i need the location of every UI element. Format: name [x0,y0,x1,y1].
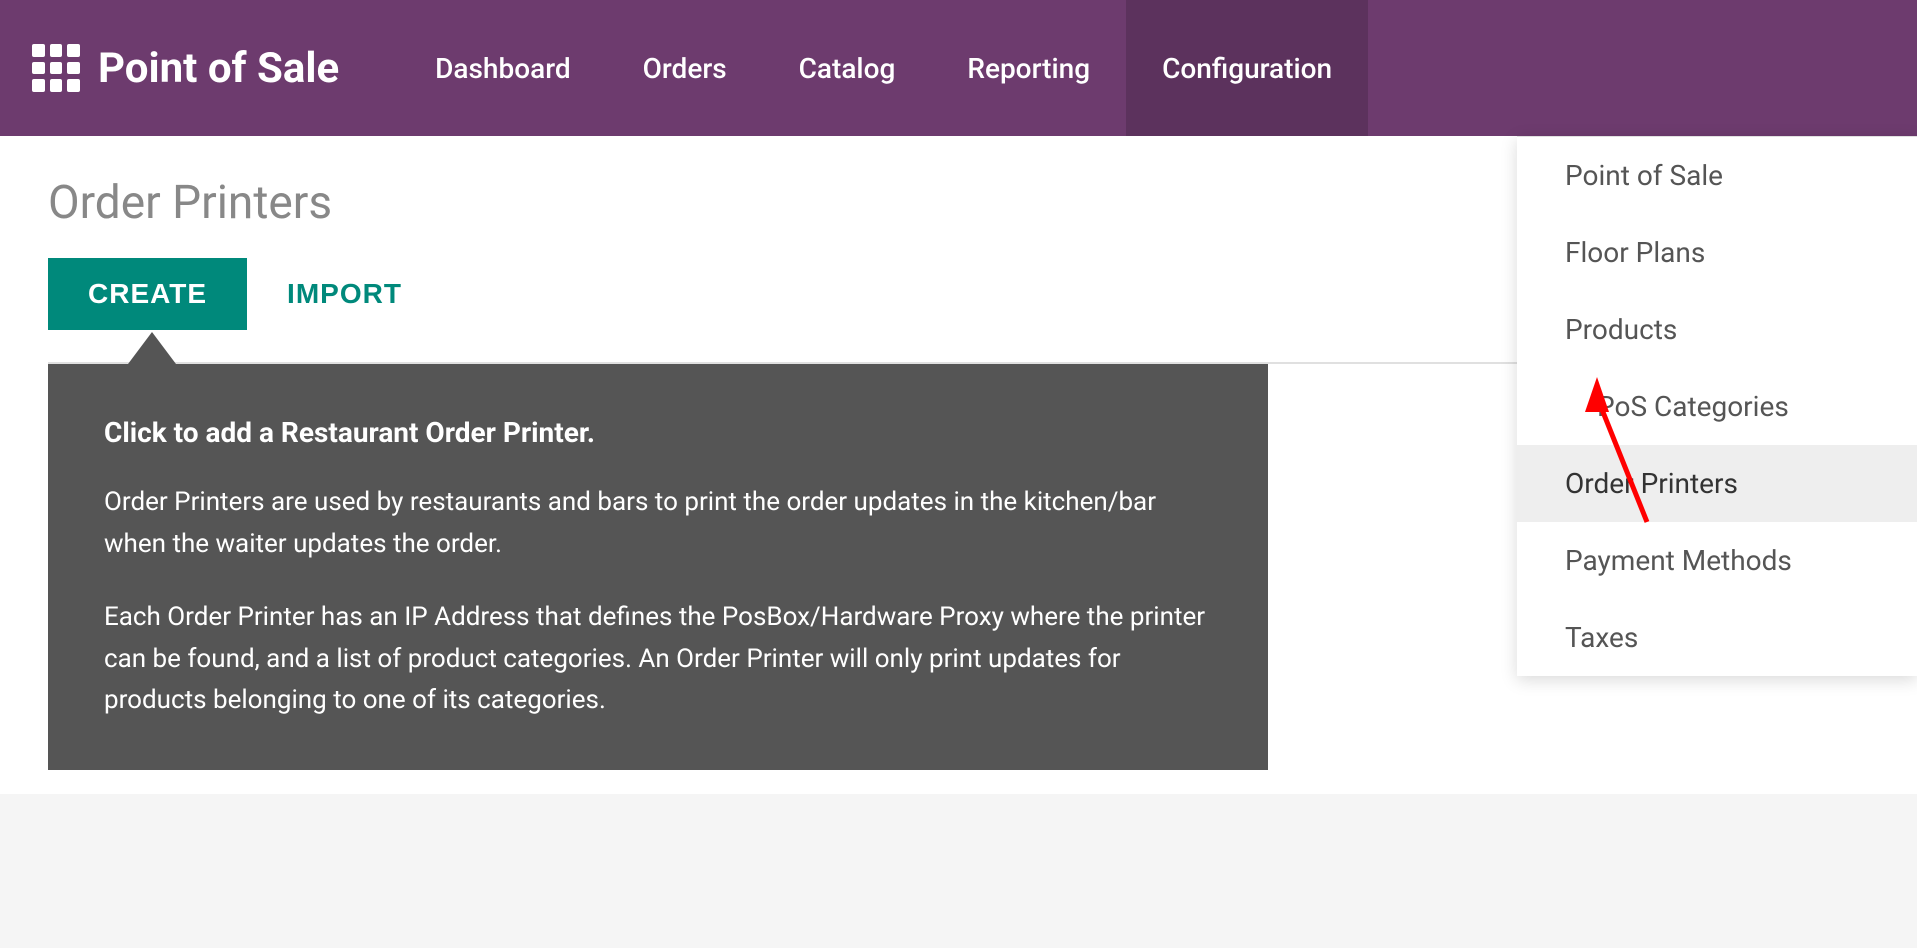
tooltip-paragraph2: Each Order Printer has an IP Address tha… [104,597,1212,722]
dropdown-item-taxes[interactable]: Taxes [1517,599,1917,676]
tooltip-arrow [128,332,176,364]
dropdown-item-payment-methods[interactable]: Payment Methods [1517,522,1917,599]
import-button[interactable]: IMPORT [247,258,442,330]
apps-grid-icon[interactable] [32,44,80,92]
nav-reporting[interactable]: Reporting [931,0,1126,136]
brand-title: Point of Sale [98,44,339,93]
nav-catalog[interactable]: Catalog [763,0,932,136]
dropdown-item-pos-categories[interactable]: PoS Categories [1517,368,1917,445]
navbar: Point of Sale Dashboard Orders Catalog R… [0,0,1917,136]
nav-configuration[interactable]: Configuration [1126,0,1368,136]
nav-orders[interactable]: Orders [607,0,763,136]
tooltip-paragraph1: Order Printers are used by restaurants a… [104,482,1212,565]
tooltip-box: Click to add a Restaurant Order Printer.… [48,364,1268,770]
brand-area[interactable]: Point of Sale [32,44,339,93]
navbar-menu: Dashboard Orders Catalog Reporting Confi… [399,0,1885,136]
configuration-dropdown: Point of Sale Floor Plans Products PoS C… [1517,136,1917,676]
dropdown-item-floor-plans[interactable]: Floor Plans [1517,214,1917,291]
create-button[interactable]: CREATE [48,258,247,330]
tooltip-title: Click to add a Restaurant Order Printer. [104,412,1212,454]
nav-dashboard[interactable]: Dashboard [399,0,606,136]
page-title: Order Printers [48,176,332,230]
dropdown-item-order-printers[interactable]: Order Printers [1517,445,1917,522]
dropdown-item-products[interactable]: Products [1517,291,1917,368]
dropdown-item-pos[interactable]: Point of Sale [1517,137,1917,214]
